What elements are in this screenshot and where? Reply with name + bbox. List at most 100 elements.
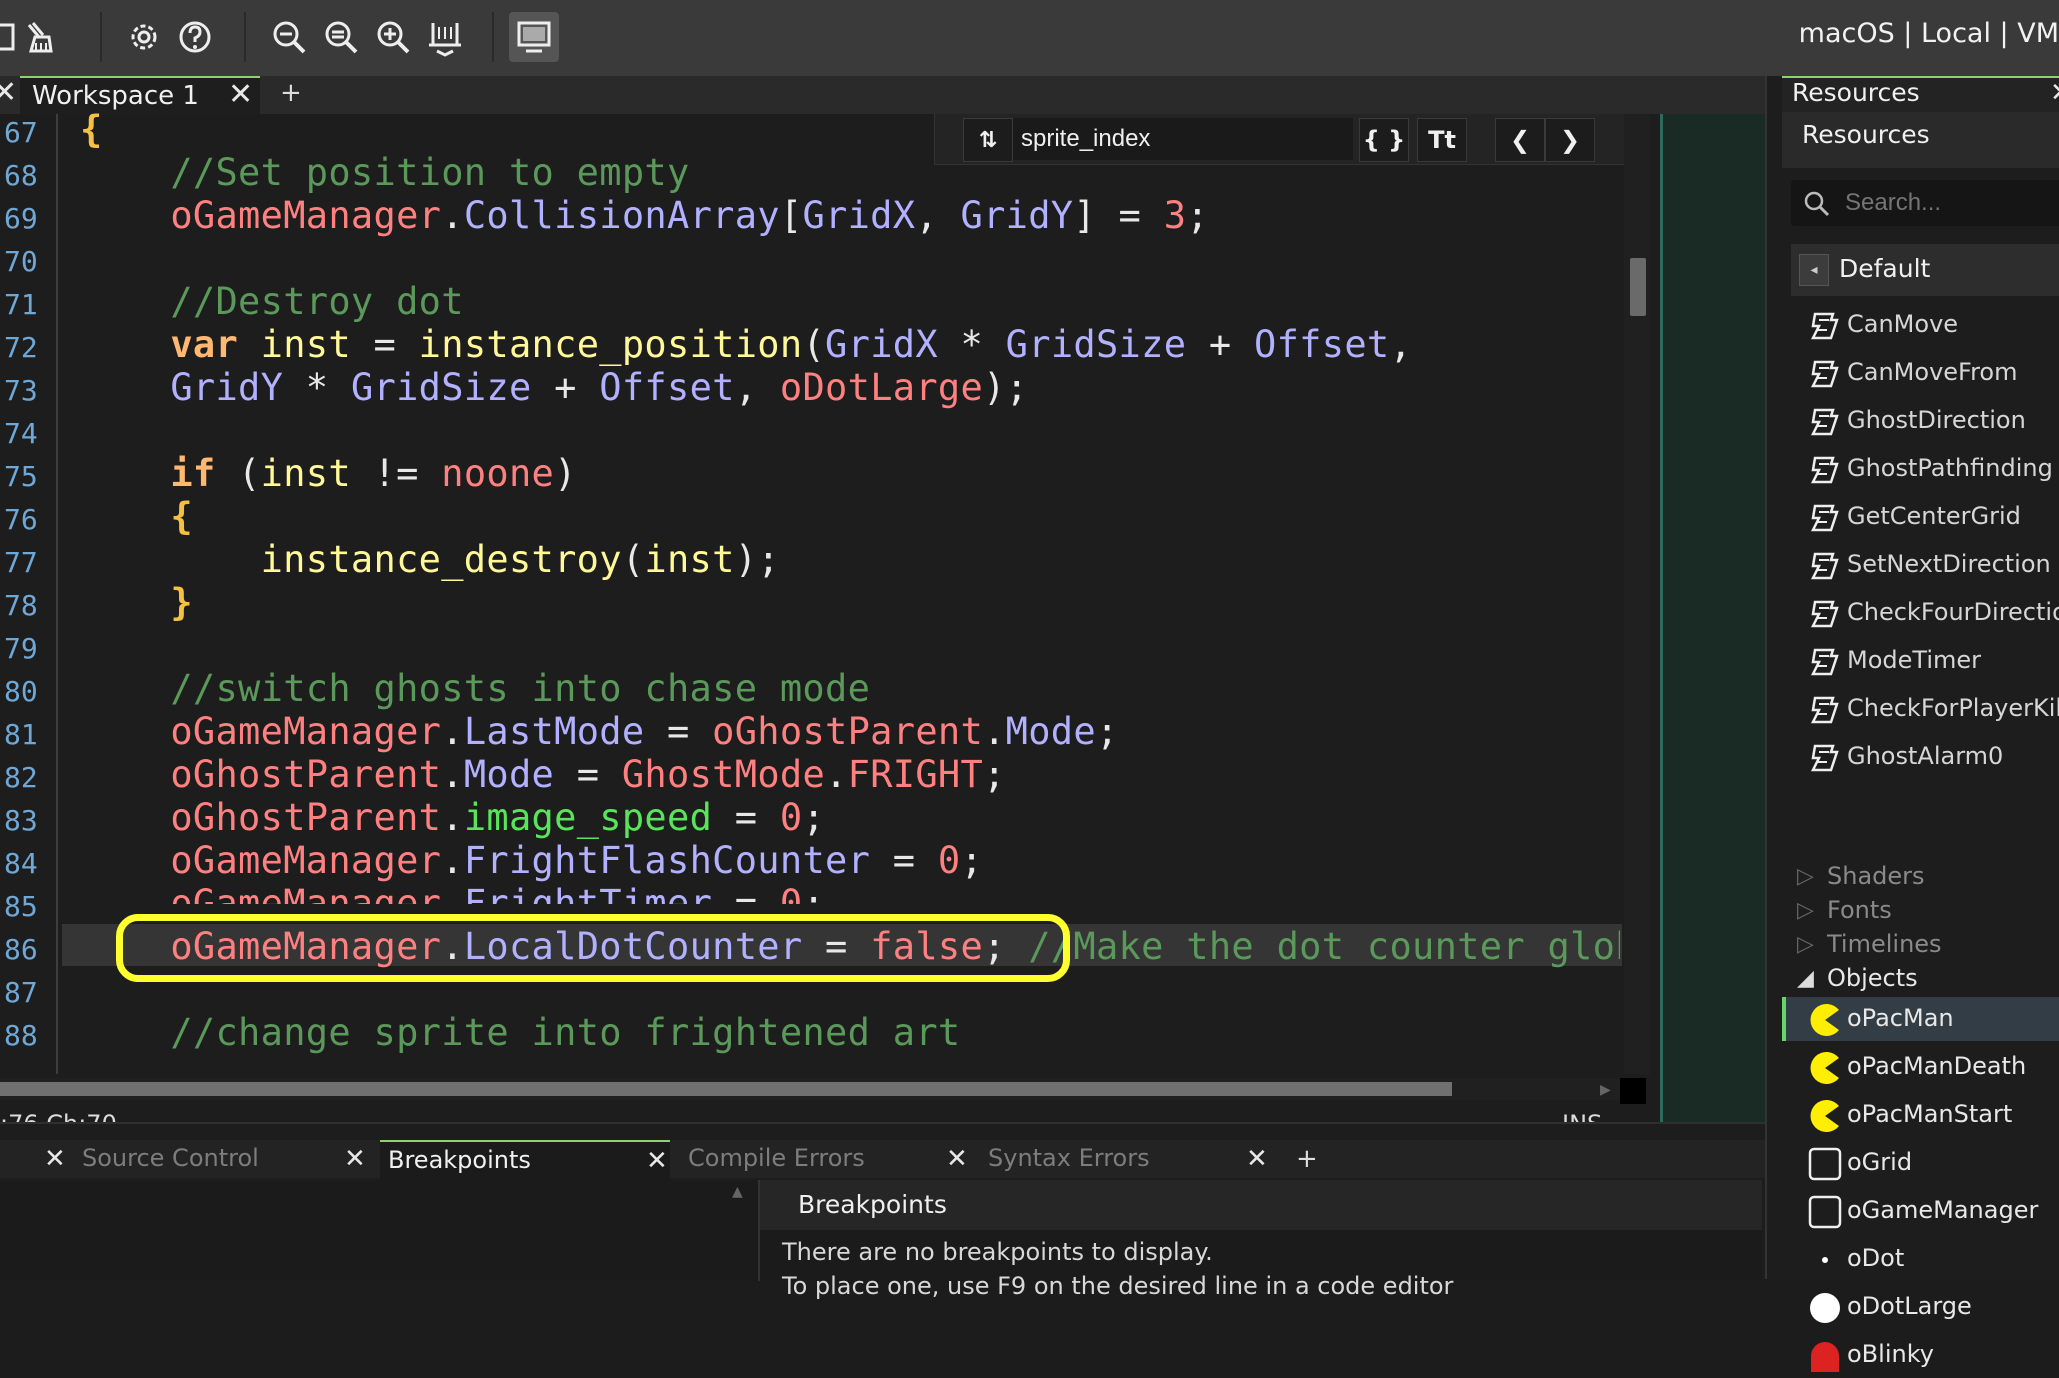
code-line[interactable]: GridY * GridSize + Offset, oDotLarge); xyxy=(80,366,1028,409)
close-tab-icon[interactable]: ✕ xyxy=(228,80,253,110)
clean-brush-icon[interactable] xyxy=(14,12,64,62)
tab-source-control[interactable]: Source Control ✕ xyxy=(74,1140,366,1178)
resource-label: oGrid xyxy=(1847,1148,1913,1176)
resource-item[interactable]: oGameManager xyxy=(1787,1190,2059,1234)
code-line[interactable]: { xyxy=(80,108,103,151)
scroll-right-icon[interactable]: ▶ xyxy=(1600,1082,1614,1098)
resource-group[interactable]: ▷ Shaders xyxy=(1787,860,2059,892)
resource-item[interactable]: GhostDirection xyxy=(1787,400,2059,444)
resource-item[interactable]: oDot xyxy=(1787,1238,2059,1282)
code-line[interactable]: { xyxy=(80,495,193,538)
find-direction-icon[interactable]: ⇅ xyxy=(963,118,1013,162)
find-next-icon[interactable]: ❯ xyxy=(1545,118,1595,162)
zoom-out-icon[interactable] xyxy=(264,12,314,62)
script-icon xyxy=(1807,644,1843,680)
tab-workspace-1[interactable]: Workspace 1 ✕ xyxy=(20,76,260,115)
resource-item[interactable]: oBlinky xyxy=(1787,1334,2059,1378)
resource-group[interactable]: ▷ Fonts xyxy=(1787,894,2059,926)
scroll-up-icon[interactable]: ▲ xyxy=(732,1184,743,1200)
help-message: To place one, use F9 on the desired line… xyxy=(782,1272,1454,1300)
code-line[interactable]: oGhostParent.image_speed = 0; xyxy=(80,796,825,839)
find-braces-button[interactable]: { } xyxy=(1359,118,1409,162)
code-line[interactable]: oGameManager.LastMode = oGhostParent.Mod… xyxy=(80,710,1119,753)
monitor-icon[interactable] xyxy=(509,12,559,62)
close-icon[interactable]: ✕ xyxy=(0,78,17,108)
pacman-sprite-icon xyxy=(1807,1098,1843,1134)
resource-item[interactable]: GhostAlarm0 xyxy=(1787,736,2059,780)
code-line[interactable]: var inst = instance_position(GridX * Gri… xyxy=(80,323,1412,366)
code-line[interactable]: } xyxy=(80,581,193,624)
code-line[interactable]: oGameManager.CollisionArray[GridX, GridY… xyxy=(80,194,1209,237)
resource-group-objects[interactable]: ◢ Objects xyxy=(1787,962,2059,994)
close-icon[interactable]: ✕ xyxy=(2050,80,2059,106)
target-platform-label[interactable]: macOS | Local | VM xyxy=(1799,18,2059,49)
tab-resources[interactable]: Resources ✕ xyxy=(1782,76,2059,114)
code-line[interactable]: //Set position to empty xyxy=(80,151,690,194)
resource-item[interactable]: GetCenterGrid xyxy=(1787,496,2059,540)
code-line[interactable]: if (inst != noone) xyxy=(80,452,577,495)
tab-compile-errors[interactable]: Compile Errors ✕ xyxy=(680,1140,970,1178)
resource-item[interactable]: ModeTimer xyxy=(1787,640,2059,684)
line-number: 69 xyxy=(4,202,38,235)
search-input[interactable] xyxy=(1843,184,2059,222)
resource-item[interactable]: CheckFourDirections xyxy=(1787,592,2059,636)
find-previous-icon[interactable]: ❮ xyxy=(1495,118,1545,162)
code-editor[interactable]: 67 68 69 70 71 72 73 74 75 76 77 78 79 8… xyxy=(0,108,1660,1132)
resource-item[interactable]: oPacManStart xyxy=(1787,1094,2059,1138)
resource-item[interactable]: CheckForPlayerKill xyxy=(1787,688,2059,732)
horizontal-scrollbar[interactable]: ▶ xyxy=(0,1078,1646,1104)
tab-label: Breakpoints xyxy=(388,1146,531,1174)
code-token: if xyxy=(170,452,216,495)
script-icon xyxy=(1807,356,1843,392)
match-case-button[interactable]: Tt xyxy=(1417,118,1467,162)
add-tab-button[interactable]: + xyxy=(1296,1144,1318,1174)
gear-icon[interactable] xyxy=(119,12,169,62)
code-token: ; xyxy=(1095,710,1119,753)
close-icon[interactable]: ✕ xyxy=(646,1148,668,1174)
zoom-in-icon[interactable] xyxy=(368,12,418,62)
group-selector[interactable]: ◂ Default xyxy=(1791,244,2059,296)
close-icon[interactable]: ✕ xyxy=(344,1146,366,1172)
code-token: Mode xyxy=(1005,710,1096,753)
collapse-icon[interactable]: ◂ xyxy=(1799,254,1829,286)
zoom-reset-icon[interactable] xyxy=(316,12,366,62)
resource-item[interactable]: oGrid xyxy=(1787,1142,2059,1186)
resource-group[interactable]: ▷ Timelines xyxy=(1787,928,2059,960)
close-icon[interactable]: ✕ xyxy=(946,1146,968,1172)
script-icon xyxy=(1807,500,1843,536)
scroll-thumb[interactable] xyxy=(0,1082,1452,1096)
line-number-gutter: 67 68 69 70 71 72 73 74 75 76 77 78 79 8… xyxy=(0,114,58,1074)
code-token: inst xyxy=(260,452,351,495)
code-line[interactable]: oGameManager.FrightFlashCounter = 0; xyxy=(80,839,983,882)
close-icon[interactable]: ✕ xyxy=(44,1146,66,1172)
code-line[interactable]: //switch ghosts into chase mode xyxy=(80,667,870,710)
find-input[interactable] xyxy=(1013,118,1353,160)
resource-item[interactable]: SetNextDirection xyxy=(1787,544,2059,588)
scroll-thumb[interactable] xyxy=(1630,258,1646,316)
fit-window-icon[interactable] xyxy=(420,12,470,62)
code-line[interactable]: //Destroy dot xyxy=(80,280,464,323)
close-icon[interactable]: ✕ xyxy=(1246,1146,1268,1172)
annotation-highlight-box xyxy=(116,914,1070,982)
tab-syntax-errors[interactable]: Syntax Errors ✕ xyxy=(980,1140,1270,1178)
resource-item[interactable]: GhostPathfinding xyxy=(1787,448,2059,492)
code-line[interactable]: instance_destroy(inst); xyxy=(80,538,780,581)
help-icon[interactable] xyxy=(170,12,220,62)
resource-item[interactable]: CanMoveFrom xyxy=(1787,352,2059,396)
resource-item[interactable]: oPacMan xyxy=(1787,998,2059,1042)
resource-item[interactable]: CanMove xyxy=(1787,304,2059,348)
vertical-scrollbar[interactable] xyxy=(1624,114,1650,1074)
add-workspace-button[interactable]: + xyxy=(280,78,302,108)
code-line[interactable]: //change sprite into frightened art xyxy=(80,1011,960,1054)
tab-breakpoints[interactable]: Breakpoints ✕ xyxy=(380,1140,670,1180)
resource-search[interactable] xyxy=(1791,180,2059,226)
resource-item[interactable]: oPacManDeath xyxy=(1787,1046,2059,1090)
resource-item[interactable]: oDotLarge xyxy=(1787,1286,2059,1330)
code-line[interactable]: oGhostParent.Mode = GhostMode.FRIGHT; xyxy=(80,753,1006,796)
output-tab-bar: ✕ Source Control ✕ Breakpoints ✕ Compile… xyxy=(0,1140,1765,1180)
